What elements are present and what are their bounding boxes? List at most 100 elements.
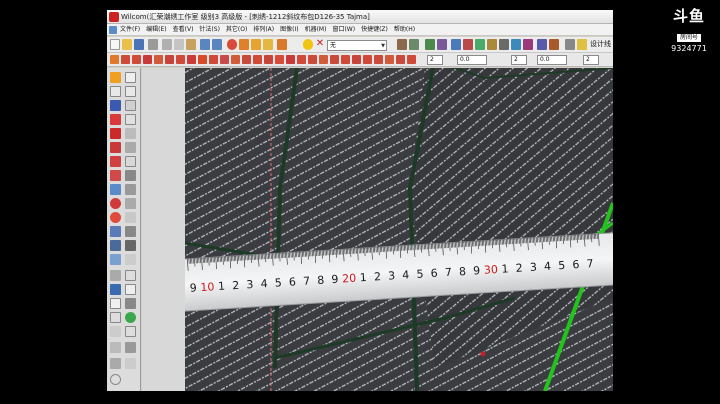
- document-icon[interactable]: [109, 25, 117, 34]
- color-icon-3[interactable]: [251, 39, 261, 50]
- tool-icon-e[interactable]: [475, 39, 485, 50]
- stitch-icon-6[interactable]: [165, 55, 174, 64]
- tool-icon-3a[interactable]: [110, 100, 121, 111]
- tool-icon-2b[interactable]: [125, 86, 136, 97]
- stitch-icon-5[interactable]: [154, 55, 163, 64]
- select-arrow-icon[interactable]: [110, 72, 121, 83]
- tool-icon-14a[interactable]: [110, 254, 121, 265]
- stitch-icon-24[interactable]: [363, 55, 372, 64]
- tool-icon-5a[interactable]: [110, 128, 121, 139]
- tool-icon-21b[interactable]: [125, 358, 136, 369]
- stitch-icon-1[interactable]: [110, 55, 119, 64]
- pencil-icon[interactable]: [397, 39, 407, 50]
- menu-view[interactable]: 查看(V): [173, 24, 194, 36]
- stitch-icon-10[interactable]: [209, 55, 218, 64]
- cut-icon[interactable]: [162, 39, 172, 50]
- tool-icon-12a[interactable]: [110, 226, 121, 237]
- spin-field-5[interactable]: 2: [583, 55, 599, 65]
- stitch-icon-14[interactable]: [253, 55, 262, 64]
- tool-icon-11b[interactable]: [125, 212, 136, 223]
- stitch-type-select[interactable]: 无 ▼: [327, 40, 387, 51]
- tool-icon-d[interactable]: [463, 39, 473, 50]
- tool-icon-17b[interactable]: [125, 298, 136, 309]
- tool-icon-13b[interactable]: [125, 240, 136, 251]
- menu-stitch[interactable]: 针法(S): [199, 24, 220, 36]
- spin-field-4[interactable]: 0.0: [537, 55, 567, 65]
- tool-icon-7b[interactable]: [125, 156, 136, 167]
- tool-icon-18a[interactable]: [110, 312, 121, 323]
- tool-icon-5b[interactable]: [125, 128, 136, 139]
- stitch-icon-27[interactable]: [396, 55, 405, 64]
- tool-icon-17a[interactable]: [110, 298, 121, 309]
- menu-other[interactable]: 其它(O): [226, 24, 247, 36]
- tool-icon-16b[interactable]: [125, 284, 136, 295]
- tool-icon-c[interactable]: [451, 39, 461, 50]
- tool-icon-14b[interactable]: [125, 254, 136, 265]
- tool-icon-a[interactable]: [425, 39, 435, 50]
- stitch-icon-11[interactable]: [220, 55, 229, 64]
- reshape-icon[interactable]: [125, 72, 136, 83]
- tool-icon-3b[interactable]: [125, 100, 136, 111]
- menu-window[interactable]: 窗口(W): [332, 24, 355, 36]
- tool-icon-20b[interactable]: [125, 342, 136, 353]
- spin-field-2[interactable]: 0.0: [457, 55, 487, 65]
- spin-field-1[interactable]: 2: [427, 55, 443, 65]
- tool-icon-8b[interactable]: [125, 170, 136, 181]
- print-icon[interactable]: [148, 39, 158, 50]
- tool-icon-9b[interactable]: [125, 184, 136, 195]
- tool-icon-21a[interactable]: [110, 358, 121, 369]
- thread-color-icon[interactable]: [227, 39, 237, 50]
- tool-icon-10b[interactable]: [125, 198, 136, 209]
- target-icon[interactable]: [303, 39, 313, 50]
- stitch-icon-25[interactable]: [374, 55, 383, 64]
- stitch-icon-9[interactable]: [198, 55, 207, 64]
- stitch-icon-23[interactable]: [352, 55, 361, 64]
- tool-icon-15a[interactable]: [110, 270, 121, 281]
- needle-icon[interactable]: [409, 39, 419, 50]
- stitch-icon-13[interactable]: [242, 55, 251, 64]
- tool-icon-8a[interactable]: [110, 170, 121, 181]
- stitch-icon-7[interactable]: [176, 55, 185, 64]
- menu-edit[interactable]: 编辑(E): [146, 24, 166, 36]
- save-icon[interactable]: [134, 39, 144, 50]
- menu-arrange[interactable]: 排列(A): [253, 24, 274, 36]
- menu-machine[interactable]: 机器(M): [305, 24, 327, 36]
- tool-icon-22a[interactable]: [110, 374, 121, 385]
- tool-icon-15b[interactable]: [125, 270, 136, 281]
- stitch-icon-20[interactable]: [319, 55, 328, 64]
- menu-shortcuts[interactable]: 快捷键(Z): [361, 24, 388, 36]
- tool-icon-10a[interactable]: [110, 198, 121, 209]
- tool-icon-19b[interactable]: [125, 326, 136, 337]
- stitch-icon-21[interactable]: [330, 55, 339, 64]
- tool-icon-13a[interactable]: [110, 240, 121, 251]
- stitch-icon-12[interactable]: [231, 55, 240, 64]
- tool-icon-k[interactable]: [549, 39, 559, 50]
- tool-icon-h[interactable]: [511, 39, 521, 50]
- stitch-icon-19[interactable]: [308, 55, 317, 64]
- tool-icon-f[interactable]: [487, 39, 497, 50]
- tool-icon-16a[interactable]: [110, 284, 121, 295]
- tool-icon-j[interactable]: [537, 39, 547, 50]
- new-file-icon[interactable]: [110, 39, 120, 50]
- tool-icon-9a[interactable]: [110, 184, 121, 195]
- tool-icon-18b[interactable]: [125, 312, 136, 323]
- cancel-icon[interactable]: ✕: [315, 39, 325, 50]
- redo-icon[interactable]: [212, 39, 222, 50]
- tool-icon-7a[interactable]: [110, 156, 121, 167]
- stitch-icon-8[interactable]: [187, 55, 196, 64]
- tool-icon-m[interactable]: [577, 39, 587, 50]
- tool-icon-i[interactable]: [523, 39, 533, 50]
- tool-icon-12b[interactable]: [125, 226, 136, 237]
- stitch-icon-17[interactable]: [286, 55, 295, 64]
- stitch-icon-15[interactable]: [264, 55, 273, 64]
- undo-icon[interactable]: [200, 39, 210, 50]
- tool-icon-11a[interactable]: [110, 212, 121, 223]
- stitch-icon-3[interactable]: [132, 55, 141, 64]
- copy-icon[interactable]: [174, 39, 184, 50]
- tool-icon-b[interactable]: [437, 39, 447, 50]
- stitch-icon-26[interactable]: [385, 55, 394, 64]
- color-icon-4[interactable]: [263, 39, 273, 50]
- color-icon-5[interactable]: [277, 39, 287, 50]
- tool-icon-g[interactable]: [499, 39, 509, 50]
- tool-icon-2a[interactable]: [110, 86, 121, 97]
